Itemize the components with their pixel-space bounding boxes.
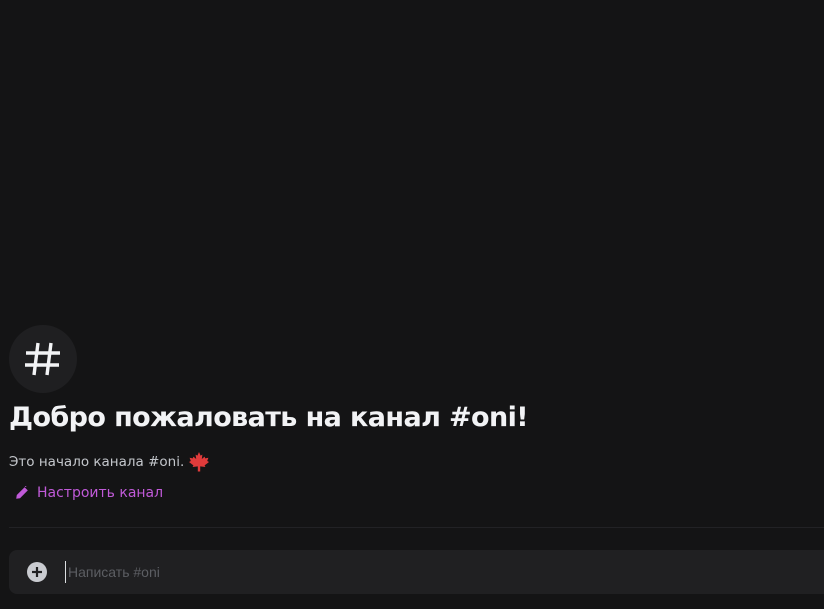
chat-area: Добро пожаловать на канал #oni! Это нача… [0,0,824,609]
message-composer [9,550,824,594]
maple-leaf-icon [189,452,210,472]
hashtag-icon [25,342,60,376]
setup-channel-button[interactable]: Настроить канал [15,485,163,501]
welcome-subtitle-text: Это начало канала #oni. [9,454,185,470]
setup-channel-label: Настроить канал [37,485,164,501]
welcome-title: Добро пожаловать на канал #oni! [9,402,529,433]
divider [9,527,824,528]
add-attachment-button[interactable] [27,562,47,582]
message-input[interactable] [65,561,824,583]
channel-avatar [9,325,77,393]
pencil-icon [16,486,28,499]
welcome-subtitle: Это начало канала #oni. [9,452,210,472]
plus-circle-icon [32,567,42,577]
